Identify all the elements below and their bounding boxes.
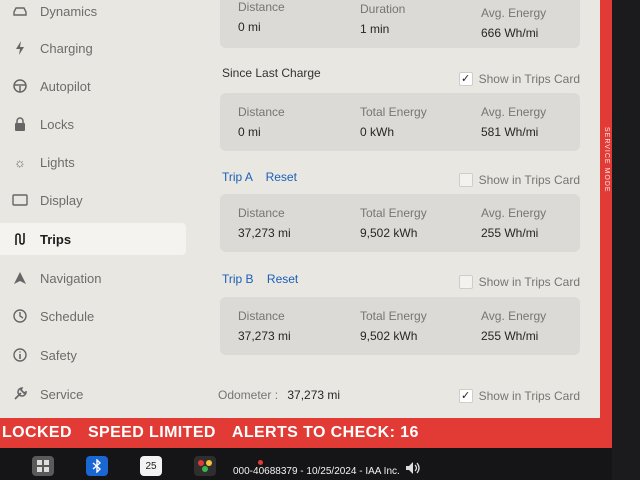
sidebar-item-trips[interactable]: Trips bbox=[0, 223, 186, 255]
sidebar-item-schedule[interactable]: Schedule bbox=[0, 300, 186, 332]
sidebar-item-label: Schedule bbox=[40, 308, 95, 324]
trip-b-show-toggle[interactable]: Show in Trips Card bbox=[458, 275, 580, 289]
current-drive-duration: Duration 1 min bbox=[360, 2, 406, 36]
sidebar-item-label: Locks bbox=[40, 116, 74, 132]
odometer-show-toggle[interactable]: ✓ Show in Trips Card bbox=[458, 389, 580, 403]
trip-b-header: Trip B Reset bbox=[222, 272, 298, 286]
volume-icon[interactable] bbox=[402, 458, 424, 478]
sun-icon: ☼ bbox=[14, 154, 26, 170]
trip-b-card: Distance 37,273 mi Total Energy 9,502 kW… bbox=[220, 297, 580, 355]
trip-a-card: Distance 37,273 mi Total Energy 9,502 kW… bbox=[220, 194, 580, 252]
trip-a-distance: Distance 37,273 mi bbox=[238, 206, 291, 240]
sidebar-item-navigation[interactable]: Navigation bbox=[0, 262, 186, 294]
apps-icon[interactable] bbox=[194, 456, 216, 476]
trip-a-header: Trip A Reset bbox=[222, 170, 297, 184]
trip-a-show-toggle[interactable]: Show in Trips Card bbox=[458, 173, 580, 187]
sidebar-item-autopilot[interactable]: Autopilot bbox=[0, 70, 186, 102]
checkbox-unchecked[interactable] bbox=[458, 173, 473, 187]
sidebar-item-label: Autopilot bbox=[40, 78, 91, 94]
section-title: Trip B bbox=[222, 272, 254, 286]
service-mode-border bbox=[600, 0, 612, 440]
bluetooth-icon[interactable] bbox=[86, 456, 108, 476]
trip-b-reset-button[interactable]: Reset bbox=[267, 272, 298, 286]
grid-app-icon[interactable] bbox=[32, 456, 54, 476]
clock-icon bbox=[12, 308, 28, 324]
sidebar-item-dynamics[interactable]: Dynamics bbox=[0, 0, 186, 27]
trip-b-total-energy: Total Energy 9,502 kWh bbox=[360, 309, 427, 343]
sidebar-item-charging[interactable]: Charging bbox=[0, 32, 186, 64]
sidebar-item-label: Dynamics bbox=[40, 3, 98, 19]
checkbox-checked[interactable]: ✓ bbox=[458, 72, 473, 86]
display-icon bbox=[12, 192, 28, 208]
trips-panel: Distance 0 mi Duration 1 min Avg. Energy… bbox=[212, 0, 588, 418]
odometer-value: 37,273 mi bbox=[287, 388, 341, 402]
calendar-icon[interactable]: 25 bbox=[140, 456, 162, 476]
trip-b-distance: Distance 37,273 mi bbox=[238, 309, 291, 343]
trip-a-avg-energy: Avg. Energy 255 Wh/mi bbox=[481, 206, 547, 240]
since-last-charge-header: Since Last Charge bbox=[222, 66, 321, 80]
checkbox-unchecked[interactable] bbox=[458, 275, 473, 289]
trip-a-total-energy: Total Energy 9,502 kWh bbox=[360, 206, 427, 240]
alert-bar: LOCKED SPEED LIMITED ALERTS TO CHECK: 16 bbox=[0, 418, 612, 448]
sidebar-item-display[interactable]: Display bbox=[0, 184, 186, 216]
navigation-arrow-icon bbox=[12, 270, 28, 286]
current-drive-avg-energy: Avg. Energy 666 Wh/mi bbox=[481, 6, 547, 40]
bolt-icon bbox=[12, 40, 28, 56]
sidebar-item-label: Charging bbox=[40, 40, 93, 56]
sidebar-item-service[interactable]: Service bbox=[0, 378, 186, 410]
record-dot bbox=[258, 460, 263, 465]
slc-avg-energy: Avg. Energy 581 Wh/mi bbox=[481, 105, 547, 139]
since-last-charge-show-toggle[interactable]: ✓ Show in Trips Card bbox=[458, 72, 580, 86]
odometer-row: Odometer : 37,273 mi bbox=[218, 388, 340, 402]
section-title: Since Last Charge bbox=[222, 66, 321, 80]
lock-icon bbox=[12, 116, 28, 132]
sidebar-item-lights[interactable]: ☼ Lights bbox=[0, 146, 186, 178]
current-drive-card: Distance 0 mi Duration 1 min Avg. Energy… bbox=[220, 0, 580, 48]
settings-sidebar: Dynamics Charging Autopilot Locks ☼ Ligh… bbox=[0, 0, 200, 418]
sidebar-item-label: Navigation bbox=[40, 270, 102, 286]
trip-b-avg-energy: Avg. Energy 255 Wh/mi bbox=[481, 309, 547, 343]
steering-wheel-icon bbox=[12, 78, 28, 94]
service-mode-label: SERVICE MODE bbox=[603, 127, 610, 193]
locked-alert: LOCKED bbox=[2, 424, 72, 441]
trips-icon bbox=[12, 231, 28, 247]
sidebar-item-safety[interactable]: Safety bbox=[0, 339, 186, 371]
slc-distance: Distance 0 mi bbox=[238, 105, 285, 139]
sidebar-item-label: Service bbox=[40, 386, 84, 402]
speed-limited-alert: SPEED LIMITED bbox=[87, 424, 216, 441]
bezel bbox=[612, 0, 640, 480]
settings-screen: Dynamics Charging Autopilot Locks ☼ Ligh… bbox=[0, 0, 600, 418]
wrench-icon bbox=[12, 386, 28, 402]
odometer-label: Odometer : bbox=[218, 388, 279, 402]
watermark: 000-40688379 - 10/25/2024 - IAA Inc. bbox=[233, 466, 400, 477]
checkbox-checked[interactable]: ✓ bbox=[458, 389, 473, 403]
sidebar-item-label: Display bbox=[40, 192, 83, 208]
alerts-to-check[interactable]: ALERTS TO CHECK: 16 bbox=[232, 424, 419, 442]
sidebar-item-label: Lights bbox=[40, 154, 75, 170]
slc-total-energy: Total Energy 0 kWh bbox=[360, 105, 427, 139]
section-title: Trip A bbox=[222, 170, 253, 184]
sidebar-item-label: Safety bbox=[40, 347, 77, 363]
car-icon bbox=[12, 3, 28, 19]
sidebar-item-label: Trips bbox=[40, 231, 72, 247]
sidebar-item-locks[interactable]: Locks bbox=[0, 108, 186, 140]
trip-a-reset-button[interactable]: Reset bbox=[266, 170, 297, 184]
current-drive-distance: Distance 0 mi bbox=[238, 0, 285, 34]
info-icon bbox=[12, 347, 28, 363]
since-last-charge-card: Distance 0 mi Total Energy 0 kWh Avg. En… bbox=[220, 93, 580, 151]
